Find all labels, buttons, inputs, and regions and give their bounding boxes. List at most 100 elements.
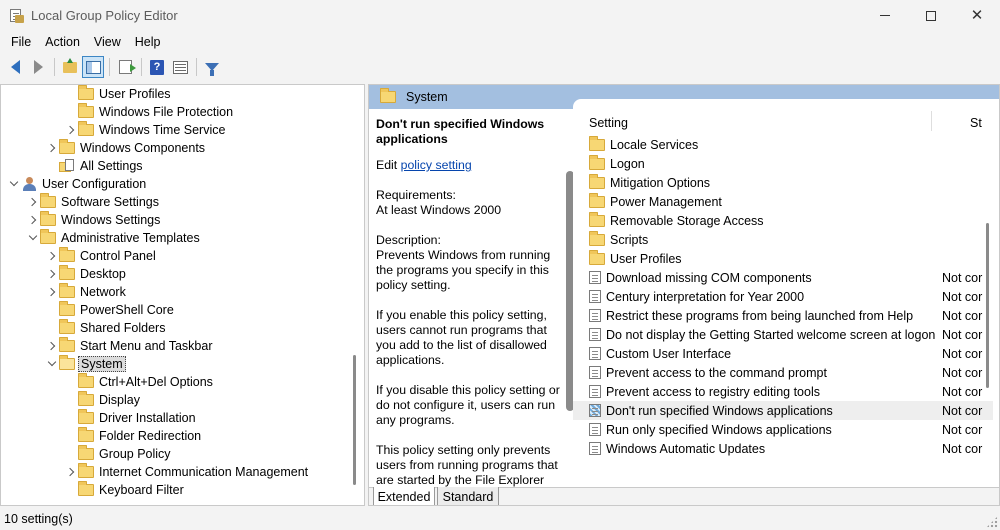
menu-file[interactable]: File <box>4 35 38 49</box>
tree-item[interactable]: Group Policy <box>64 445 171 463</box>
tree-item[interactable]: Display <box>64 391 140 409</box>
column-divider[interactable] <box>931 111 932 131</box>
list-item-name-cell: Don't run specified Windows applications <box>587 404 833 418</box>
help-button[interactable]: ? <box>146 56 168 78</box>
toolbar-separator <box>54 58 55 76</box>
chevron-right-icon[interactable] <box>45 265 59 283</box>
menu-view[interactable]: View <box>87 35 128 49</box>
chevron-right-icon[interactable] <box>45 337 59 355</box>
folder-icon <box>59 301 75 316</box>
chevron-right-icon[interactable] <box>26 211 40 229</box>
list-item[interactable]: Do not display the Getting Started welco… <box>573 325 993 344</box>
chevron-down-icon[interactable] <box>45 355 59 373</box>
column-header-state[interactable]: St <box>970 116 982 130</box>
chevron-down-icon[interactable] <box>7 175 21 193</box>
list-item[interactable]: Power Management <box>573 192 993 211</box>
chevron-right-icon[interactable] <box>45 139 59 157</box>
list-item[interactable]: User Profiles <box>573 249 993 268</box>
filter-button[interactable] <box>201 56 223 78</box>
group-policy-app-icon <box>9 8 25 23</box>
tree-item[interactable]: Internet Communication Management <box>64 463 308 481</box>
tree-item[interactable]: Windows Components <box>45 139 205 157</box>
tree-item[interactable]: All Settings <box>45 157 143 175</box>
chevron-right-icon[interactable] <box>64 463 78 481</box>
details-scrollbar-thumb[interactable] <box>986 223 989 388</box>
tree-item[interactable]: Keyboard Filter <box>64 481 184 499</box>
tree-item[interactable]: Desktop <box>45 265 126 283</box>
show-hide-tree-button[interactable] <box>82 56 104 78</box>
tree-scrollbar[interactable] <box>347 85 363 505</box>
chevron-down-icon[interactable] <box>26 229 40 247</box>
tab-standard[interactable]: Standard <box>437 487 499 505</box>
list-item[interactable]: Custom User Interface Not cor <box>573 344 993 363</box>
list-item[interactable]: Locale Services <box>573 135 993 154</box>
list-item[interactable]: Download missing COM components Not cor <box>573 268 993 287</box>
navigation-tree[interactable]: User Profiles Windows File Protection Wind… <box>0 84 365 506</box>
tree-item[interactable]: PowerShell Core <box>45 301 174 319</box>
tree-item[interactable]: Windows Settings <box>26 211 160 229</box>
tree-item[interactable]: Folder Redirection <box>64 427 201 445</box>
tree-scrollbar-thumb[interactable] <box>353 355 356 485</box>
folder-icon <box>59 337 75 352</box>
list-item[interactable]: Windows Automatic Updates Not cor <box>573 439 993 458</box>
tree-item[interactable]: User Configuration <box>7 175 146 193</box>
list-item[interactable]: Don't run specified Windows applications… <box>573 401 993 420</box>
chevron-right-icon[interactable] <box>45 247 59 265</box>
description-paragraph: Prevents Windows from running the progra… <box>376 248 551 292</box>
tree-item-label: Windows Components <box>80 141 206 155</box>
list-item[interactable]: Scripts <box>573 230 993 249</box>
list-item-state: Not cor <box>942 365 983 380</box>
menu-action[interactable]: Action <box>38 35 87 49</box>
list-item-name: Run only specified Windows applications <box>606 422 832 437</box>
back-button[interactable] <box>4 56 26 78</box>
tree-item[interactable]: Administrative Templates <box>26 229 200 247</box>
minimize-button[interactable] <box>862 0 908 31</box>
tree-item[interactable]: Software Settings <box>26 193 159 211</box>
list-item-state: Not cor <box>942 403 983 418</box>
tree-item[interactable]: Ctrl+Alt+Del Options <box>64 373 213 391</box>
list-item[interactable]: Removable Storage Access <box>573 211 993 230</box>
list-item-state: Not cor <box>942 441 983 456</box>
list-item[interactable]: Century interpretation for Year 2000 Not … <box>573 287 993 306</box>
chevron-right-icon[interactable] <box>45 283 59 301</box>
tree-item[interactable]: Shared Folders <box>45 319 165 337</box>
folder-icon <box>78 445 94 460</box>
tree-item[interactable]: Start Menu and Taskbar <box>45 337 212 355</box>
details-header-title: System <box>406 90 448 104</box>
tree-item[interactable]: Network <box>45 283 126 301</box>
list-item[interactable]: Mitigation Options <box>573 173 993 192</box>
list-item-name: Don't run specified Windows applications <box>606 403 833 418</box>
menu-help[interactable]: Help <box>128 35 168 49</box>
column-header-setting[interactable]: Setting <box>589 116 628 130</box>
chevron-right-icon[interactable] <box>26 193 40 211</box>
extended-view-button[interactable] <box>169 56 191 78</box>
up-one-level-button[interactable] <box>59 56 81 78</box>
tree-item[interactable]: System <box>45 355 126 373</box>
list-item[interactable]: Run only specified Windows applications N… <box>573 420 993 439</box>
list-item[interactable]: Restrict these programs from being launc… <box>573 306 993 325</box>
tree-item-label: Windows File Protection <box>99 105 234 119</box>
tree-item[interactable]: Windows Time Service <box>64 121 225 139</box>
folder-icon <box>40 193 56 208</box>
resize-grip-icon[interactable] <box>986 516 998 528</box>
maximize-button[interactable] <box>908 0 954 31</box>
tree-item[interactable]: User Profiles <box>64 85 171 103</box>
folder-icon <box>78 85 94 100</box>
list-item[interactable]: Prevent access to the command prompt Not … <box>573 363 993 382</box>
tree-item[interactable]: Windows File Protection <box>64 103 233 121</box>
list-item-name-cell: Restrict these programs from being launc… <box>587 309 913 323</box>
edit-policy-setting-link[interactable]: policy setting <box>401 158 472 172</box>
close-button[interactable]: ✕ <box>954 0 1000 31</box>
forward-button[interactable] <box>27 56 49 78</box>
folder-icon <box>59 319 75 334</box>
list-item[interactable]: Logon <box>573 154 993 173</box>
list-item[interactable]: Prevent access to registry editing tools… <box>573 382 993 401</box>
chevron-right-icon[interactable] <box>64 121 78 139</box>
tree-item[interactable]: Control Panel <box>45 247 156 265</box>
requirements-label: Requirements: <box>376 188 456 202</box>
export-list-button[interactable] <box>114 56 136 78</box>
tree-item[interactable]: Driver Installation <box>64 409 196 427</box>
tab-extended[interactable]: Extended <box>373 487 435 505</box>
